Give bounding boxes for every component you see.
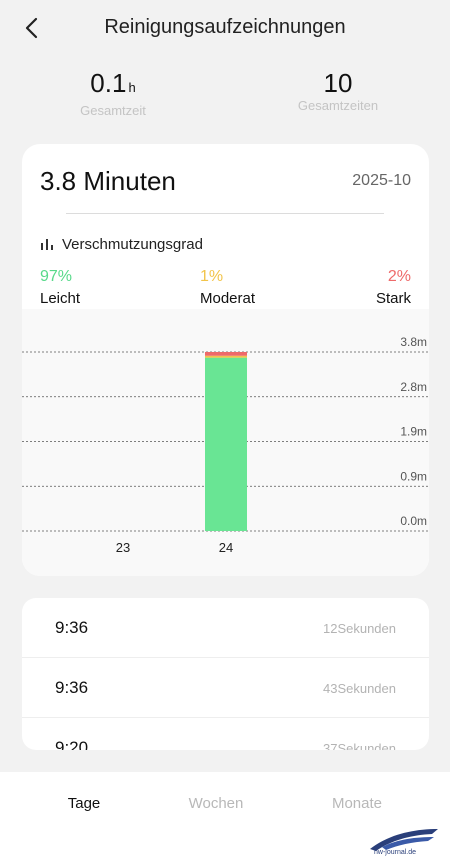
bottom-tab-bar: Tage Wochen Monate hw-journal.de [0, 772, 450, 862]
level-light-percent: 97% [40, 268, 73, 285]
records-list: 9:36 12Sekunden 9:36 43Sekunden 9:20 37S… [22, 598, 429, 750]
record-duration: 37Sekunden [322, 741, 396, 750]
list-item[interactable]: 9:20 37Sekunden [22, 718, 429, 750]
bar-stark-24[interactable] [205, 352, 247, 356]
y-tick-label: 0.9m [400, 469, 427, 483]
level-strong-percent: 2% [387, 268, 411, 285]
bar-moderat-24[interactable] [205, 355, 247, 358]
record-time: 9:36 [55, 618, 89, 637]
total-count-value: 10 [323, 68, 353, 98]
y-tick-label: 2.8m [400, 380, 427, 394]
level-moderate: 1% Moderat [200, 267, 255, 309]
dirt-level-header: Verschmutzungsgrad [40, 234, 203, 254]
total-time-label: Gesamtzeit [80, 103, 146, 118]
total-count-label: Gesamtzeiten [297, 98, 379, 113]
record-duration: 43Sekunden [322, 681, 396, 696]
tab-days[interactable]: Tage [9, 795, 159, 812]
bar-chart-icon [41, 239, 53, 250]
total-count-stat: 10 Gesamtzeiten [268, 68, 408, 114]
x-tick-label: 24 [219, 540, 233, 555]
watermark-text: hw-journal.de [374, 849, 417, 856]
total-time-value: 0.1 [90, 68, 127, 98]
y-tick-label: 1.9m [400, 425, 427, 439]
y-tick-label: 3.8m [400, 335, 427, 349]
page-title: Reinigungsaufzeichnungen [104, 16, 346, 38]
list-item[interactable]: 9:36 12Sekunden [22, 598, 429, 658]
x-tick-label: 23 [116, 540, 130, 555]
summary-card: 3.8 Minuten 2025-10 Verschmutzungsgrad 9… [22, 144, 429, 576]
header: Reinigungsaufzeichnungen [0, 0, 450, 56]
record-time: 9:20 [55, 738, 89, 750]
level-strong-label: Stark [375, 290, 411, 307]
tab-weeks[interactable]: Wochen [141, 795, 291, 812]
level-light-label: Leicht [40, 290, 81, 307]
summary-total: 3.8 Minuten [40, 166, 176, 196]
divider [66, 213, 384, 214]
stats-summary: 0.1 h Gesamtzeit 10 Gesamtzeiten [0, 68, 450, 118]
record-time: 9:36 [55, 678, 89, 697]
record-duration: 12Sekunden [322, 621, 396, 636]
cleaning-chart: 3.8m 2.8m 1.9m 0.9m 0.0m 23 24 [22, 309, 429, 576]
chart-svg: 3.8m 2.8m 1.9m 0.9m 0.0m 23 24 [22, 335, 429, 555]
total-time-unit: h [128, 80, 136, 95]
level-light: 97% Leicht [40, 267, 80, 309]
tab-months[interactable]: Monate [282, 795, 432, 812]
level-strong: 2% Stark [376, 267, 411, 309]
summary-date[interactable]: 2025-10 [352, 172, 411, 190]
level-moderate-percent: 1% [200, 268, 224, 285]
dirt-level-title: Verschmutzungsgrad [62, 235, 203, 253]
y-tick-label: 0.0m [400, 514, 427, 528]
total-time-stat: 0.1 h Gesamtzeit [43, 68, 183, 119]
bar-leicht-24[interactable] [205, 357, 247, 531]
level-moderate-label: Moderat [200, 290, 256, 307]
list-item[interactable]: 9:36 43Sekunden [22, 658, 429, 718]
